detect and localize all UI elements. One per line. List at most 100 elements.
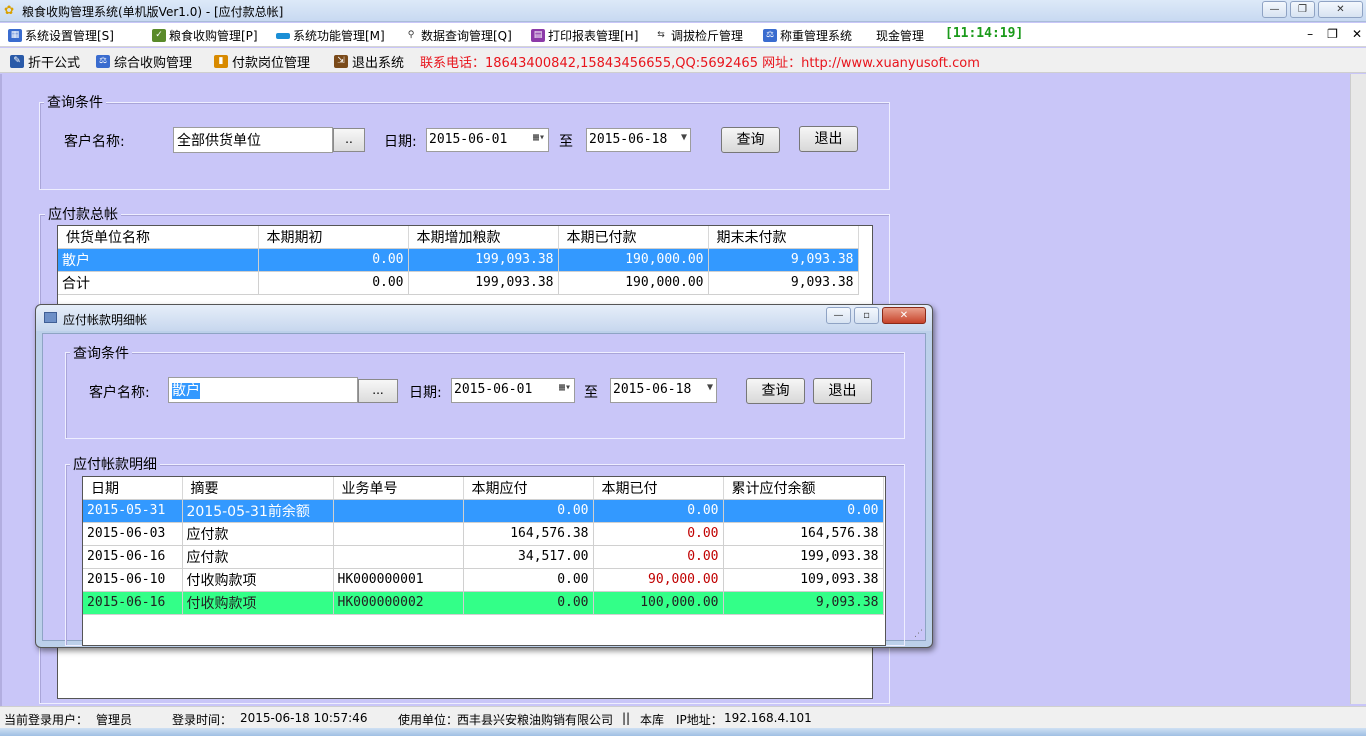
- column-header[interactable]: 供货单位名称: [58, 226, 259, 249]
- table-row[interactable]: 2015-06-10 付收购款项 HK000000001 0.00 90,000…: [83, 568, 884, 592]
- menu-weighing-system[interactable]: ⚖ 称重管理系统: [763, 27, 852, 44]
- dialog-date-to-picker[interactable]: 2015-06-18 ▼: [610, 378, 717, 403]
- exit-button[interactable]: 退出: [799, 126, 858, 152]
- cell-balance: 9,093.38: [723, 591, 884, 615]
- status-login-label: 登录时间：: [172, 713, 233, 727]
- detail-header-row: 日期 摘要 业务单号 本期应付 本期已付 累计应付余额: [83, 477, 884, 500]
- dialog-date-label: 日期:: [409, 385, 442, 401]
- column-header[interactable]: 摘要: [182, 477, 334, 500]
- table-row[interactable]: 2015-06-16 应付款 34,517.00 0.00 199,093.38: [83, 545, 884, 569]
- cell-summary: 付收购款项: [182, 591, 334, 615]
- dialog-date-from-picker[interactable]: 2015-06-01 ▦▾: [451, 378, 575, 403]
- dialog-customer-value: 散户: [172, 383, 200, 399]
- query-button[interactable]: 查询: [721, 127, 780, 153]
- table-row[interactable]: 合计 0.00 199,093.38 190,000.00 9,093.38: [58, 271, 859, 295]
- table-row[interactable]: 散户 0.00 199,093.38 190,000.00 9,093.38: [58, 248, 859, 272]
- menu-cash-management[interactable]: 现金管理: [876, 27, 924, 44]
- main-scrollbar[interactable]: [1350, 74, 1366, 704]
- dialog-customer-input[interactable]: 散户: [168, 377, 358, 403]
- grain-icon: ✓: [152, 29, 166, 42]
- menu-label: 系统设置管理[S]: [25, 29, 114, 43]
- cell-payable: 0.00: [463, 568, 594, 592]
- table-row[interactable]: 2015-06-16 付收购款项 HK000000002 0.00 100,00…: [83, 591, 884, 615]
- dialog-customer-browse-button[interactable]: ...: [358, 379, 398, 403]
- cell-supplier: 合计: [58, 271, 259, 295]
- toolbar-integrated-purchase[interactable]: ⚖ 综合收购管理: [96, 52, 192, 71]
- cell-doc-no: HK000000001: [333, 568, 464, 592]
- column-header[interactable]: 本期增加粮款: [408, 226, 559, 249]
- customer-browse-button[interactable]: ..: [333, 128, 365, 152]
- column-header[interactable]: 本期已付款: [558, 226, 709, 249]
- column-header[interactable]: 本期应付: [463, 477, 594, 500]
- chevron-down-icon[interactable]: ▼: [681, 132, 687, 143]
- column-header[interactable]: 业务单号: [333, 477, 464, 500]
- restore-icon[interactable]: ❐: [1290, 1, 1315, 18]
- date-to-picker[interactable]: 2015-06-18 ▼: [586, 128, 691, 152]
- dialog-app-icon: [44, 312, 57, 323]
- dialog-close-icon[interactable]: ✕: [882, 307, 926, 324]
- cell-balance: 0.00: [723, 499, 884, 523]
- customer-input[interactable]: 全部供货单位: [173, 127, 333, 153]
- status-unit-label: 使用单位：: [398, 713, 459, 727]
- minimize-icon[interactable]: —: [1262, 1, 1287, 18]
- query-group-title: 查询条件: [44, 92, 106, 112]
- date-label: 日期:: [384, 134, 417, 150]
- close-icon[interactable]: ✕: [1318, 1, 1363, 18]
- cell-doc-no: [333, 545, 464, 569]
- scale-icon: ⚖: [763, 29, 777, 42]
- cell-date: 2015-06-10: [83, 568, 183, 592]
- table-row[interactable]: 2015-05-31 2015-05-31前余额 0.00 0.00 0.00: [83, 499, 884, 523]
- toolbar: ✎ 折干公式 ⚖ 综合收购管理 ▮ 付款岗位管理 ⇲ 退出系统 联系电话：1864340…: [0, 48, 1366, 73]
- table-row[interactable]: 2015-06-03 应付款 164,576.38 0.00 164,576.3…: [83, 522, 884, 546]
- menu-label: 现金管理: [876, 29, 925, 43]
- customer-label: 客户名称:: [64, 134, 125, 150]
- column-header[interactable]: 累计应付余额: [723, 477, 884, 500]
- dialog-minimize-icon[interactable]: —: [826, 307, 851, 324]
- menu-label: 打印报表管理[H]: [548, 29, 639, 43]
- calendar-icon[interactable]: ▦▾: [533, 132, 545, 143]
- cell-summary: 付收购款项: [182, 568, 334, 592]
- dialog-exit-button[interactable]: 退出: [813, 378, 872, 404]
- dialog-query-button[interactable]: 查询: [746, 378, 805, 404]
- detail-table: 日期 摘要 业务单号 本期应付 本期已付 累计应付余额 2015-05-31 2…: [83, 477, 884, 615]
- cell-balance: 109,093.38: [723, 568, 884, 592]
- function-icon: [276, 32, 290, 39]
- toolbar-drying-formula[interactable]: ✎ 折干公式: [10, 52, 80, 71]
- menu-print-reports[interactable]: ▤ 打印报表管理[H]: [531, 27, 638, 44]
- column-header[interactable]: 期末未付款: [708, 226, 859, 249]
- menu-data-query[interactable]: ⚲ 数据查询管理[Q]: [404, 27, 512, 44]
- date-to-value: 2015-06-18: [589, 132, 668, 147]
- date-from-picker[interactable]: 2015-06-01 ▦▾: [426, 128, 549, 152]
- toolbar-label: 综合收购管理: [114, 56, 193, 71]
- mdi-close-icon[interactable]: ✕: [1352, 27, 1362, 41]
- ledger-table: 供货单位名称 本期期初 本期增加粮款 本期已付款 期末未付款 散户 0.00 1…: [58, 226, 859, 295]
- dialog-maximize-icon[interactable]: ▫: [854, 307, 879, 324]
- resize-grip-icon[interactable]: ⋰: [914, 629, 923, 639]
- menu-grain-purchase[interactable]: ✓ 粮食收购管理[P]: [152, 27, 258, 44]
- column-header[interactable]: 日期: [83, 477, 183, 500]
- column-header[interactable]: 本期已付: [593, 477, 724, 500]
- menu-system-settings[interactable]: ▦ 系统设置管理[S]: [8, 27, 114, 44]
- toolbar-exit-system[interactable]: ⇲ 退出系统: [334, 52, 404, 71]
- column-header[interactable]: 本期期初: [258, 226, 409, 249]
- status-db: 本库: [640, 713, 665, 727]
- chevron-down-icon[interactable]: ▼: [707, 382, 713, 393]
- calendar-icon[interactable]: ▦▾: [559, 382, 571, 393]
- window-title-bar: ✿ 粮食收购管理系统(单机版Ver1.0) - [应付款总帐] — ❐ ✕: [0, 0, 1366, 22]
- os-taskbar: [0, 728, 1366, 736]
- dialog-title: 应付帐款明细帐: [63, 313, 148, 327]
- menu-system-functions[interactable]: 系统功能管理[M]: [276, 27, 385, 44]
- toolbar-payment-post[interactable]: ▮ 付款岗位管理: [214, 52, 310, 71]
- cell-paid: 90,000.00: [593, 568, 724, 592]
- cell-doc-no: HK000000002: [333, 591, 464, 615]
- cell-balance: 199,093.38: [723, 545, 884, 569]
- mdi-restore-icon[interactable]: ❐: [1327, 27, 1338, 41]
- dialog-detail-title: 应付帐款明细: [70, 454, 160, 474]
- menu-transfer-weighing[interactable]: ⇆ 调拔检斤管理: [654, 27, 743, 44]
- window-title: 粮食收购管理系统(单机版Ver1.0) - [应付款总帐]: [22, 5, 284, 19]
- dialog-customer-label: 客户名称:: [89, 385, 150, 401]
- dialog-query-title: 查询条件: [70, 343, 132, 363]
- mdi-minimize-icon[interactable]: –: [1307, 27, 1313, 41]
- menu-label: 调拔检斤管理: [671, 29, 744, 43]
- formula-icon: ✎: [10, 55, 24, 68]
